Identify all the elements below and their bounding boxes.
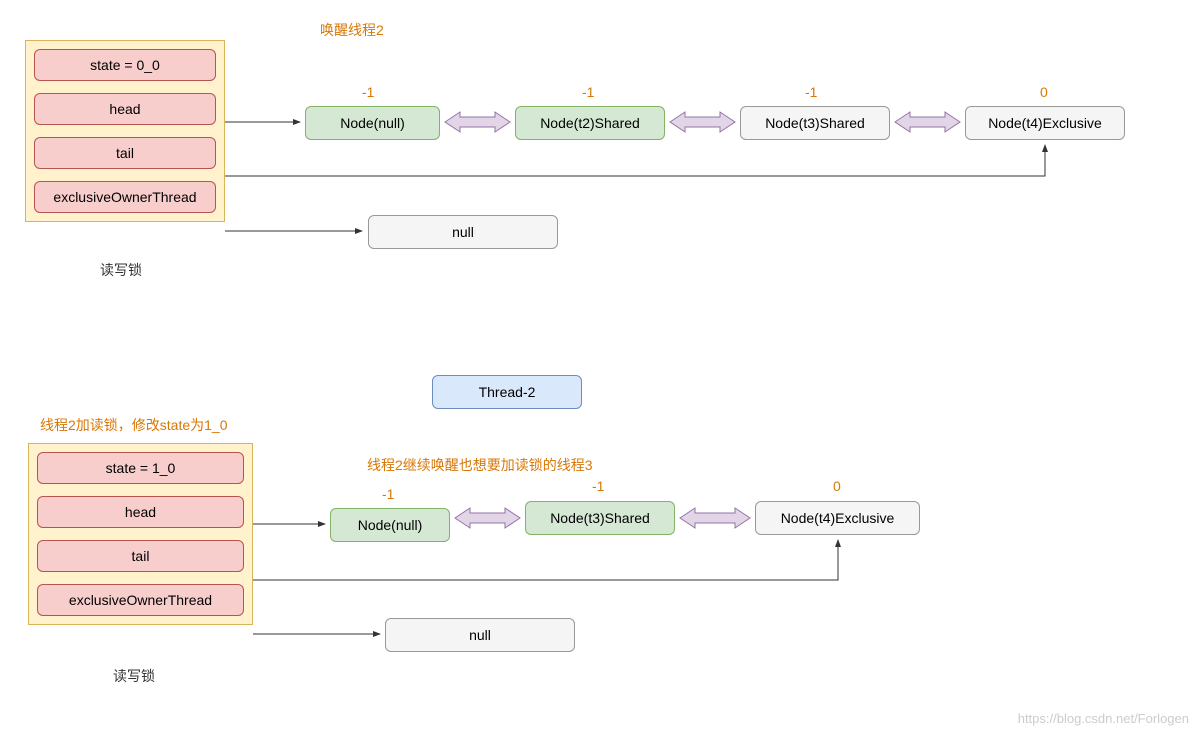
node-t3-label-2: -1 <box>592 478 604 494</box>
thread-box: Thread-2 <box>432 375 582 409</box>
diagram2-subtitle: 线程2继续唤醒也想要加读锁的线程3 <box>367 455 593 475</box>
field-tail-1: tail <box>34 137 216 169</box>
node-head-2: Node(null) <box>330 508 450 542</box>
biarrow-2-2 <box>680 508 750 528</box>
node-t3-1: Node(t3)Shared <box>740 106 890 140</box>
node-t2-1: Node(t2)Shared <box>515 106 665 140</box>
field-head-2: head <box>37 496 244 528</box>
diagram2-title: 线程2加读锁，修改state为1_0 <box>40 415 228 435</box>
node-t4-1: Node(t4)Exclusive <box>965 106 1125 140</box>
field-tail-2: tail <box>37 540 244 572</box>
lock-caption-1: 读写锁 <box>100 260 142 280</box>
node-eot-2: null <box>385 618 575 652</box>
node-t2-label-1: -1 <box>582 84 594 100</box>
biarrow-1-3 <box>895 112 960 132</box>
field-head-1: head <box>34 93 216 125</box>
node-eot-1: null <box>368 215 558 249</box>
node-t3-2: Node(t3)Shared <box>525 501 675 535</box>
node-t3-label-1: -1 <box>805 84 817 100</box>
lock-caption-2: 读写锁 <box>113 666 155 686</box>
field-state-1: state = 0_0 <box>34 49 216 81</box>
biarrow-2-1 <box>455 508 520 528</box>
watermark: https://blog.csdn.net/Forlogen <box>1018 711 1189 726</box>
field-eot-1: exclusiveOwnerThread <box>34 181 216 213</box>
lock-container-2: state = 1_0 head tail exclusiveOwnerThre… <box>28 443 253 625</box>
biarrow-1-1 <box>445 112 510 132</box>
lock-container-1: state = 0_0 head tail exclusiveOwnerThre… <box>25 40 225 222</box>
node-t4-label-1: 0 <box>1040 84 1048 100</box>
field-state-2: state = 1_0 <box>37 452 244 484</box>
node-t4-label-2: 0 <box>833 478 841 494</box>
node-t4-2: Node(t4)Exclusive <box>755 501 920 535</box>
node-head-label-1: -1 <box>362 84 374 100</box>
node-head-1: Node(null) <box>305 106 440 140</box>
field-eot-2: exclusiveOwnerThread <box>37 584 244 616</box>
node-head-label-2: -1 <box>382 486 394 502</box>
biarrow-1-2 <box>670 112 735 132</box>
diagram1-title: 唤醒线程2 <box>320 20 384 40</box>
